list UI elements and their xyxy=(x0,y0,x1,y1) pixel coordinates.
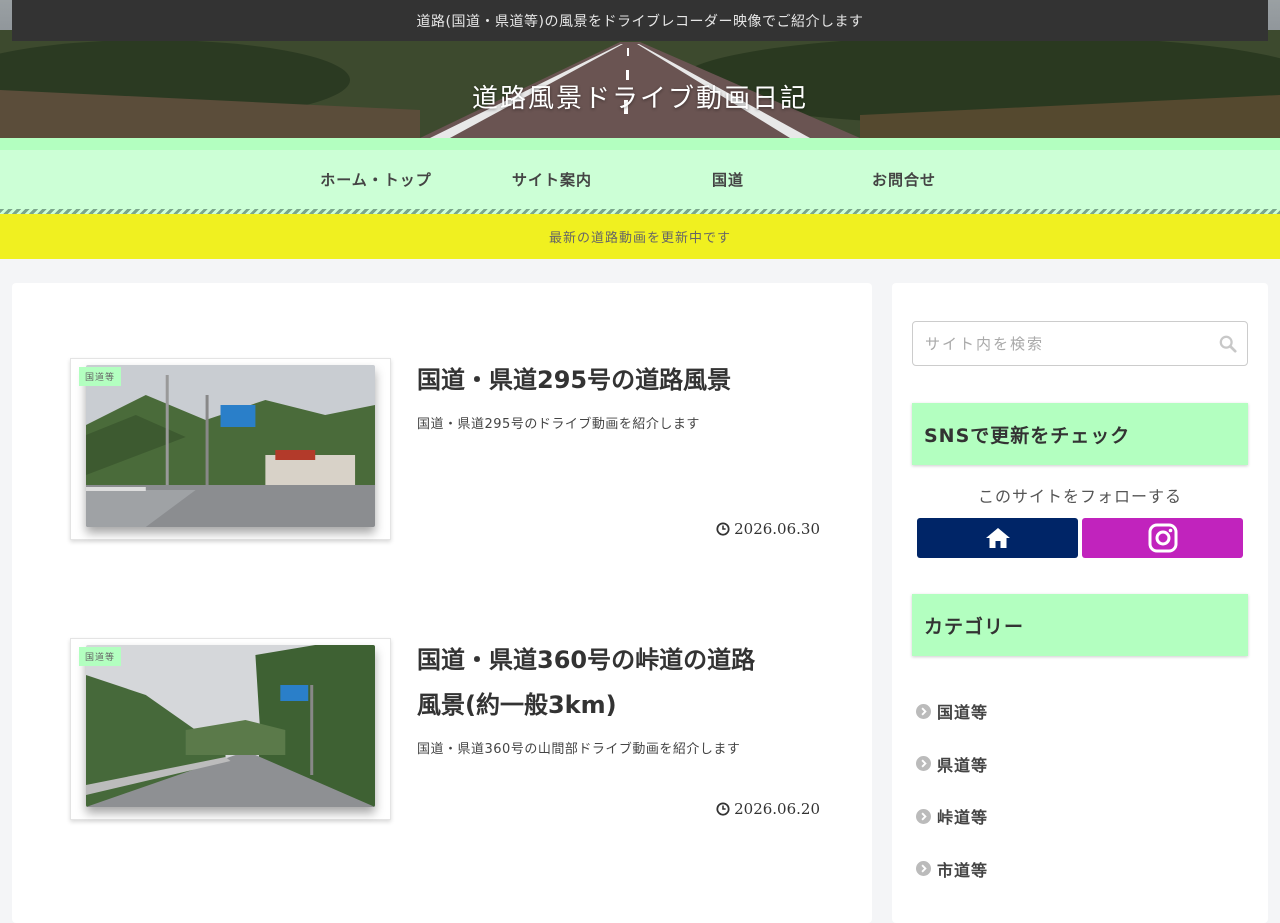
clock-icon xyxy=(716,522,730,536)
category-item[interactable]: 市道等 xyxy=(916,843,988,896)
post-title[interactable]: 国道・県道360号の峠道の道路風景(約一般3km) xyxy=(417,638,767,728)
sns-widget-title: SNSで更新をチェック xyxy=(912,403,1248,465)
post-date: 2026.06.30 xyxy=(716,520,820,538)
global-nav: ホーム・トップ サイト案内 国道 お問合せ xyxy=(0,138,1280,214)
chevron-right-circle-icon xyxy=(916,861,931,877)
chevron-right-circle-icon xyxy=(916,808,931,824)
category-item-label: 峠道等 xyxy=(937,808,989,828)
search-icon[interactable] xyxy=(1219,335,1237,353)
category-item-label: 県道等 xyxy=(937,755,989,775)
follow-label: このサイトをフォローする xyxy=(977,487,1182,506)
category-item-label: 国道等 xyxy=(937,703,989,723)
category-item-label: 市道等 xyxy=(937,860,989,880)
instagram-icon xyxy=(1148,523,1177,553)
notice-bar[interactable]: 最新の道路動画を更新中です xyxy=(0,214,1280,259)
post-card[interactable]: 国道等 国道・県道295号の道路風景 国道・県道295号のドライブ動画を紹介しま… xyxy=(70,358,820,540)
post-date-text: 2026.06.20 xyxy=(734,800,820,818)
site-header: 道路(国道・県道等)の風景をドライブレコーダー映像でご紹介します 道路風景ドライ… xyxy=(0,0,1280,138)
post-thumbnail[interactable]: 国道等 xyxy=(70,358,391,540)
chevron-right-circle-icon xyxy=(916,756,931,772)
site-title[interactable]: 道路風景ドライブ動画日記 xyxy=(0,78,1280,115)
nav-item-national-road[interactable]: 国道 xyxy=(640,150,816,209)
thumbnail-image xyxy=(86,365,375,527)
category-item[interactable]: 県道等 xyxy=(916,738,988,791)
nav-item-home[interactable]: ホーム・トップ xyxy=(288,150,464,209)
home-icon xyxy=(985,528,1010,548)
post-date-text: 2026.06.30 xyxy=(734,520,820,538)
search-box xyxy=(912,321,1248,366)
post-card[interactable]: 国道等 国道・県道360号の峠道の道路風景(約一般3km) 国道・県道360号の… xyxy=(70,638,820,820)
post-title[interactable]: 国道・県道295号の道路風景 xyxy=(417,358,767,403)
nav-item-contact[interactable]: お問合せ xyxy=(816,150,992,209)
chevron-right-circle-icon xyxy=(916,703,931,719)
main-content: 国道等 国道・県道295号の道路風景 国道・県道295号のドライブ動画を紹介しま… xyxy=(12,283,872,923)
clock-icon xyxy=(716,802,730,816)
category-list: 国道等 県道等 峠道等 市道等 xyxy=(916,685,988,895)
instagram-follow-button[interactable] xyxy=(1082,518,1243,558)
search-input[interactable] xyxy=(913,322,1203,365)
post-snippet: 国道・県道360号の山間部ドライブ動画を紹介します xyxy=(417,742,741,757)
thumbnail-image xyxy=(86,645,375,807)
post-date: 2026.06.20 xyxy=(716,800,820,818)
category-widget-title: カテゴリー xyxy=(912,594,1248,656)
category-item[interactable]: 国道等 xyxy=(916,685,988,738)
category-item[interactable]: 峠道等 xyxy=(916,790,988,843)
nav-item-guide[interactable]: サイト案内 xyxy=(464,150,640,209)
category-badge[interactable]: 国道等 xyxy=(79,367,122,386)
category-badge[interactable]: 国道等 xyxy=(79,647,122,666)
post-snippet: 国道・県道295号のドライブ動画を紹介します xyxy=(417,417,700,432)
sidebar: SNSで更新をチェック このサイトをフォローする カテゴリー 国道等 県道等 xyxy=(892,283,1268,923)
post-thumbnail[interactable]: 国道等 xyxy=(70,638,391,820)
home-follow-button[interactable] xyxy=(917,518,1078,558)
header-tagline: 道路(国道・県道等)の風景をドライブレコーダー映像でご紹介します xyxy=(12,0,1268,41)
